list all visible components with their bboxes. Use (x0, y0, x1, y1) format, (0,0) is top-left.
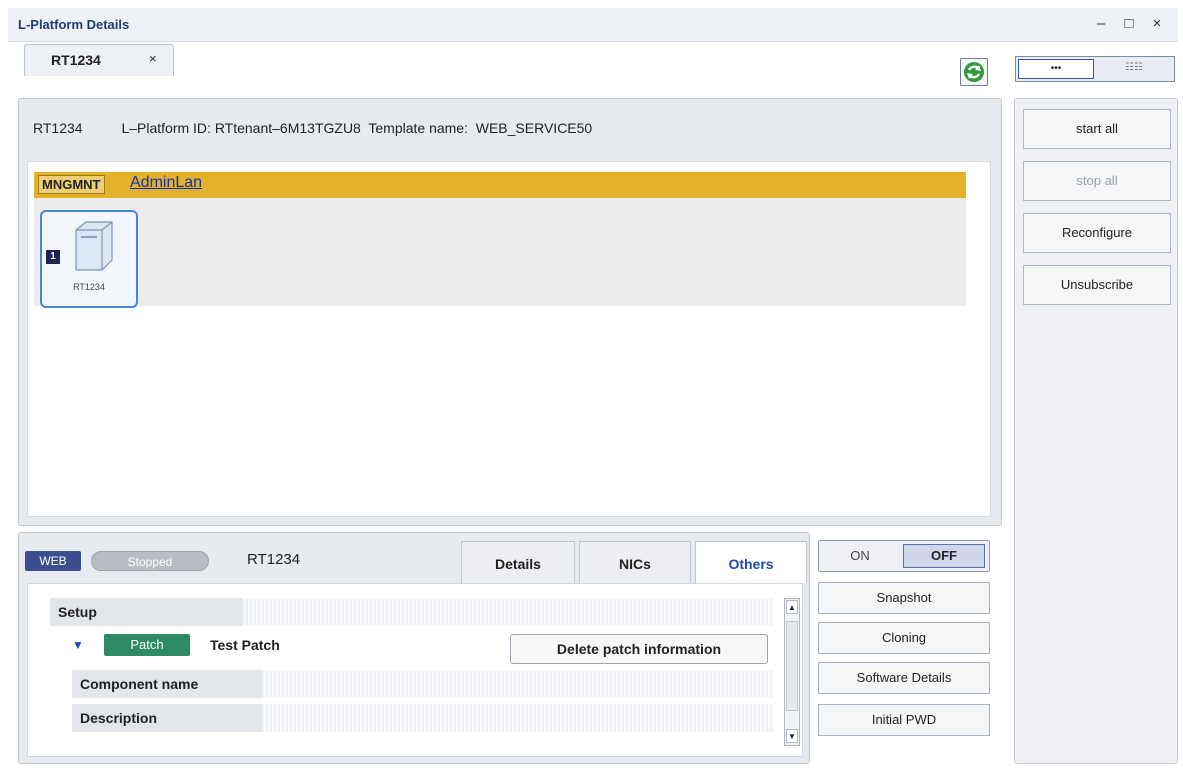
setup-label: Setup (50, 598, 242, 626)
segment-header: MNGMNT AdminLan (34, 172, 966, 198)
network-diagram: MNGMNT AdminLan 1 RT1234 (27, 161, 991, 517)
expand-arrow-icon[interactable]: ▼ (72, 638, 84, 652)
l-platform-header: RT1234 L–Platform ID: RTtenant–6M13TGZU8… (33, 120, 593, 136)
scroll-thumb[interactable] (786, 621, 798, 711)
window-title-bar: L-Platform Details – □ × (8, 8, 1178, 42)
tab-rt1234[interactable]: RT1234 × (24, 44, 174, 76)
view-toggle: ••• ☷☷ (1015, 56, 1175, 82)
minimize-icon[interactable]: – (1092, 15, 1110, 33)
component-name-label: Component name (72, 670, 262, 698)
server-node-name: RT1234 (73, 282, 105, 292)
window-title: L-Platform Details (18, 17, 130, 32)
cloning-button[interactable]: Cloning (818, 622, 990, 654)
server-name-label: RT1234 (247, 551, 301, 568)
component-name-row: Component name (72, 670, 774, 698)
server-detail-panel: WEB Stopped RT1234 Details NICs Others S… (18, 532, 810, 764)
refresh-button[interactable] (960, 58, 988, 86)
tab-details[interactable]: Details (461, 541, 575, 583)
segment-type-tag: MNGMNT (38, 175, 105, 194)
power-toggle: ON OFF (818, 540, 990, 572)
setup-row: Setup (50, 598, 774, 626)
tab-nics[interactable]: NICs (579, 541, 691, 583)
power-off-option[interactable]: OFF (903, 544, 985, 568)
platform-actions-panel: start all stop all Reconfigure Unsubscri… (1014, 98, 1178, 764)
server-node[interactable]: 1 RT1234 (40, 210, 138, 308)
l-platform-panel: RT1234 L–Platform ID: RTtenant–6M13TGZU8… (18, 98, 1002, 526)
start-all-button[interactable]: start all (1023, 109, 1171, 149)
description-label: Description (72, 704, 262, 732)
initial-pwd-button[interactable]: Initial PWD (818, 704, 990, 736)
close-window-icon[interactable]: × (1148, 15, 1166, 33)
view-diagram-option[interactable]: ••• (1018, 59, 1094, 79)
server-icon (75, 221, 113, 271)
status-badge: Stopped (91, 551, 209, 571)
delete-patch-button[interactable]: Delete patch information (510, 634, 768, 664)
setup-value (242, 598, 774, 626)
patch-name: Test Patch (210, 637, 280, 653)
component-name-value (262, 670, 774, 698)
description-value (262, 704, 774, 732)
tab-others[interactable]: Others (695, 541, 807, 583)
patch-badge: Patch (104, 634, 190, 656)
view-list-option[interactable]: ☷☷ (1096, 59, 1172, 79)
vertical-scrollbar[interactable]: ▲ ▼ (784, 598, 800, 746)
refresh-icon (964, 62, 984, 82)
network-segment: MNGMNT AdminLan 1 RT1234 (34, 172, 966, 308)
power-on-option[interactable]: ON (825, 545, 895, 567)
description-row: Description (72, 704, 774, 732)
server-count-badge: 1 (46, 250, 60, 264)
snapshot-button[interactable]: Snapshot (818, 582, 990, 614)
unsubscribe-button[interactable]: Unsubscribe (1023, 265, 1171, 305)
maximize-icon[interactable]: □ (1120, 15, 1138, 33)
server-type-badge: WEB (25, 551, 81, 571)
tab-label: RT1234 (51, 52, 101, 68)
scroll-down-icon[interactable]: ▼ (786, 729, 798, 743)
segment-name-link[interactable]: AdminLan (130, 174, 202, 192)
scroll-up-icon[interactable]: ▲ (786, 600, 798, 614)
others-tab-content: Setup ▼ Patch Test Patch Delete patch in… (27, 583, 803, 757)
software-details-button[interactable]: Software Details (818, 662, 990, 694)
tab-close-icon[interactable]: × (149, 51, 157, 66)
stop-all-button[interactable]: stop all (1023, 161, 1171, 201)
reconfigure-button[interactable]: Reconfigure (1023, 213, 1171, 253)
